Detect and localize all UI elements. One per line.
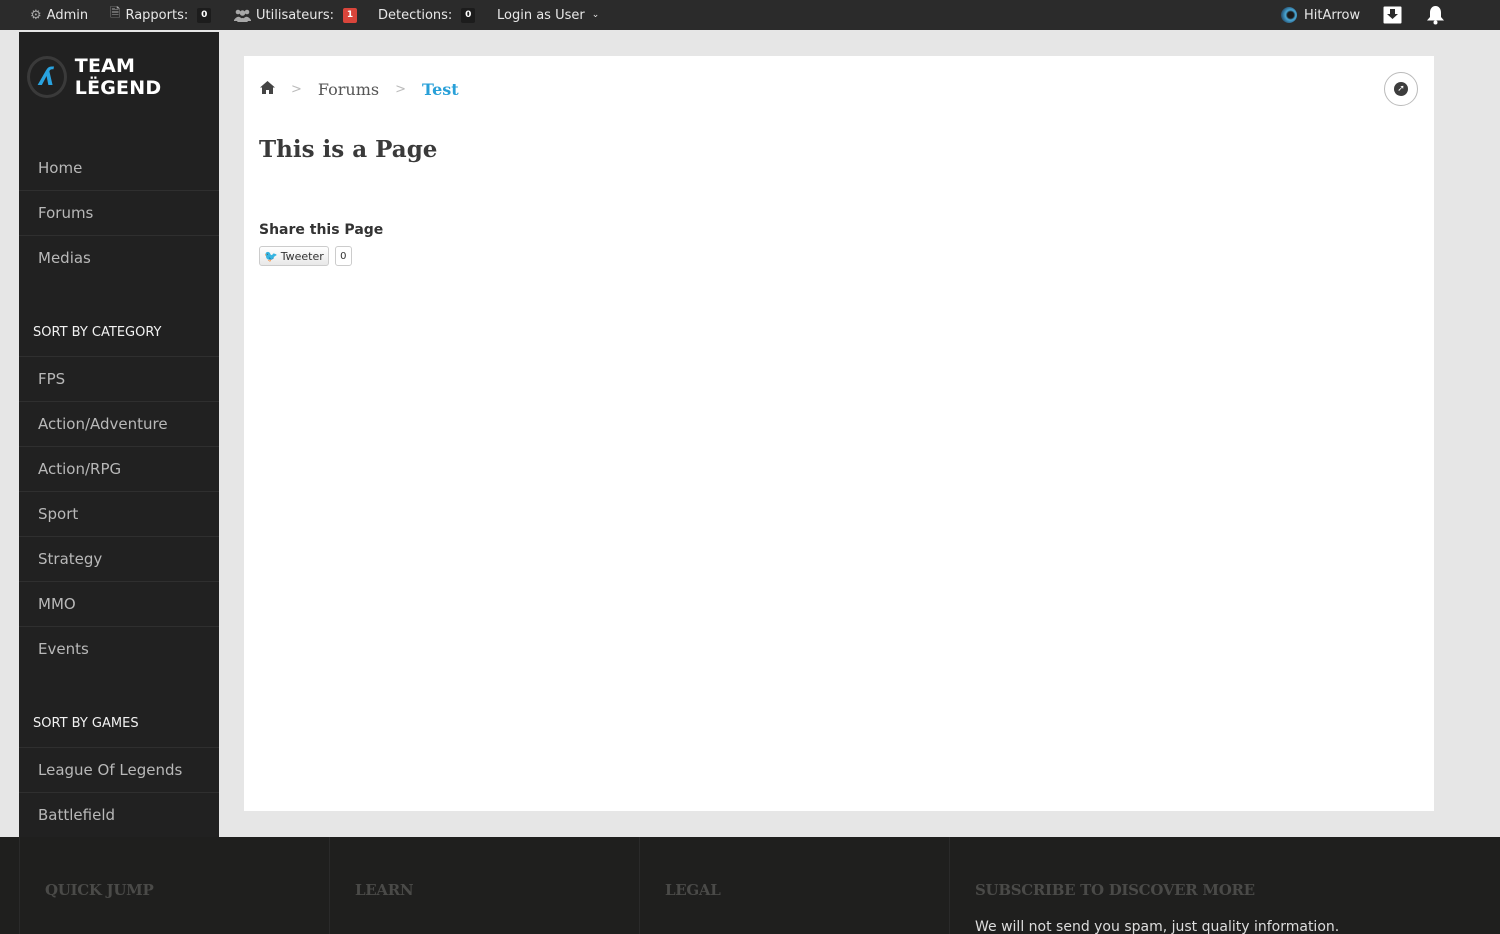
login-as-user-dropdown[interactable]: Login as User ⌄ (497, 0, 599, 30)
share-buttons: 🐦 Tweeter 0 (259, 246, 352, 266)
chevron-right-icon: > (395, 81, 407, 97)
compass-icon: ➚ (1394, 82, 1408, 96)
footer-column-legal: LEGAL (639, 837, 949, 934)
sidebar-item-home[interactable]: Home (19, 145, 219, 190)
inbox-download-icon (1383, 6, 1402, 24)
subscribe-text: We will not send you spam, just quality … (975, 919, 1340, 934)
users-link[interactable]: Utilisateurs: 1 (234, 0, 358, 30)
tweet-label: Tweeter (280, 249, 324, 263)
sidebar-item-label: Medias (38, 249, 91, 267)
breadcrumb-forums[interactable]: Forums (318, 80, 379, 99)
footer-heading: SUBSCRIBE TO DISCOVER MORE (975, 881, 1255, 899)
sidebar-item-label: Events (38, 640, 89, 658)
games-heading: SORT BY GAMES (33, 716, 139, 731)
document-icon: 🗎 (110, 6, 121, 21)
footer-heading: LEGAL (665, 881, 721, 899)
breadcrumb-current[interactable]: Test (422, 80, 459, 99)
users-icon (234, 9, 251, 22)
reports-link[interactable]: 🗎 Rapports: 0 (110, 0, 212, 30)
sidebar-item-label: FPS (38, 370, 66, 388)
gear-icon: ⚙ (30, 7, 42, 23)
tweet-count: 0 (334, 246, 352, 266)
users-count-badge: 1 (343, 7, 358, 23)
sidebar-item-action-rpg[interactable]: Action/RPG (19, 446, 219, 491)
alerts-button[interactable] (1426, 0, 1445, 30)
sidebar-item-battlefield[interactable]: Battlefield (19, 792, 219, 837)
sidebar-item-events[interactable]: Events (19, 626, 219, 671)
chevron-down-icon: ⌄ (591, 10, 600, 20)
detections-count-badge: 0 (461, 7, 476, 23)
sidebar: ʎ TEAM LËGEND Home Forums Medias SORT BY… (19, 32, 219, 837)
tweet-button[interactable]: 🐦 Tweeter (259, 246, 329, 266)
sidebar-item-label: League Of Legends (38, 761, 183, 779)
detections-link[interactable]: Detections: 0 (378, 0, 476, 30)
category-heading: SORT BY CATEGORY (33, 325, 162, 340)
username-label: HitArrow (1304, 7, 1361, 23)
sidebar-item-strategy[interactable]: Strategy (19, 536, 219, 581)
sidebar-item-label: MMO (38, 595, 76, 613)
reports-count-badge: 0 (197, 7, 212, 23)
sidebar-item-league-of-legends[interactable]: League Of Legends (19, 747, 219, 792)
footer-column-subscribe: SUBSCRIBE TO DISCOVER MORE We will not s… (949, 837, 1479, 934)
home-icon[interactable] (260, 80, 275, 98)
admin-link[interactable]: ⚙ Admin (30, 0, 88, 30)
footer-heading: QUICK JUMP (45, 881, 154, 899)
bell-icon (1427, 6, 1444, 25)
logo-text: TEAM LËGEND (74, 55, 162, 99)
footer-heading: LEARN (355, 881, 414, 899)
share-heading: Share this Page (259, 222, 384, 238)
inbox-button[interactable] (1383, 0, 1402, 30)
page-title: This is a Page (259, 136, 438, 163)
users-label: Utilisateurs: (256, 7, 335, 23)
sidebar-item-label: Home (38, 158, 83, 177)
login-as-label: Login as User (497, 7, 585, 23)
footer-column-learn: LEARN (329, 837, 639, 934)
avatar (1281, 7, 1297, 23)
sidebar-item-label: Action/Adventure (38, 415, 168, 433)
sidebar-item-sport[interactable]: Sport (19, 491, 219, 536)
breadcrumb: > Forums > Test (260, 78, 459, 100)
admin-bar: ⚙ Admin 🗎 Rapports: 0 Utilisateurs: 1 De… (0, 0, 1500, 30)
sidebar-item-label: Action/RPG (38, 460, 122, 478)
user-menu[interactable]: HitArrow (1281, 0, 1360, 30)
sidebar-item-label: Forums (38, 204, 94, 222)
site-logo[interactable]: ʎ TEAM LËGEND (27, 52, 219, 102)
sidebar-item-label: Battlefield (38, 806, 116, 824)
sidebar-item-forums[interactable]: Forums (19, 190, 219, 235)
sidebar-item-mmo[interactable]: MMO (19, 581, 219, 626)
main-content: > Forums > Test ➚ This is a Page Share t… (244, 56, 1434, 811)
detections-label: Detections: (378, 7, 453, 23)
twitter-bird-icon: 🐦 (264, 249, 278, 263)
reports-label: Rapports: (125, 7, 189, 23)
sidebar-item-label: Strategy (38, 550, 103, 568)
logo-icon: ʎ (27, 56, 67, 98)
footer: QUICK JUMP LEARN LEGAL SUBSCRIBE TO DISC… (0, 837, 1500, 934)
admin-label: Admin (46, 7, 89, 23)
sidebar-item-medias[interactable]: Medias (19, 235, 219, 280)
footer-column-quick-jump: QUICK JUMP (19, 837, 329, 934)
sidebar-item-action-adventure[interactable]: Action/Adventure (19, 401, 219, 446)
sidebar-item-label: Sport (38, 505, 79, 523)
jump-to-button[interactable]: ➚ (1384, 72, 1418, 106)
chevron-right-icon: > (291, 81, 302, 97)
sidebar-item-fps[interactable]: FPS (19, 356, 219, 401)
